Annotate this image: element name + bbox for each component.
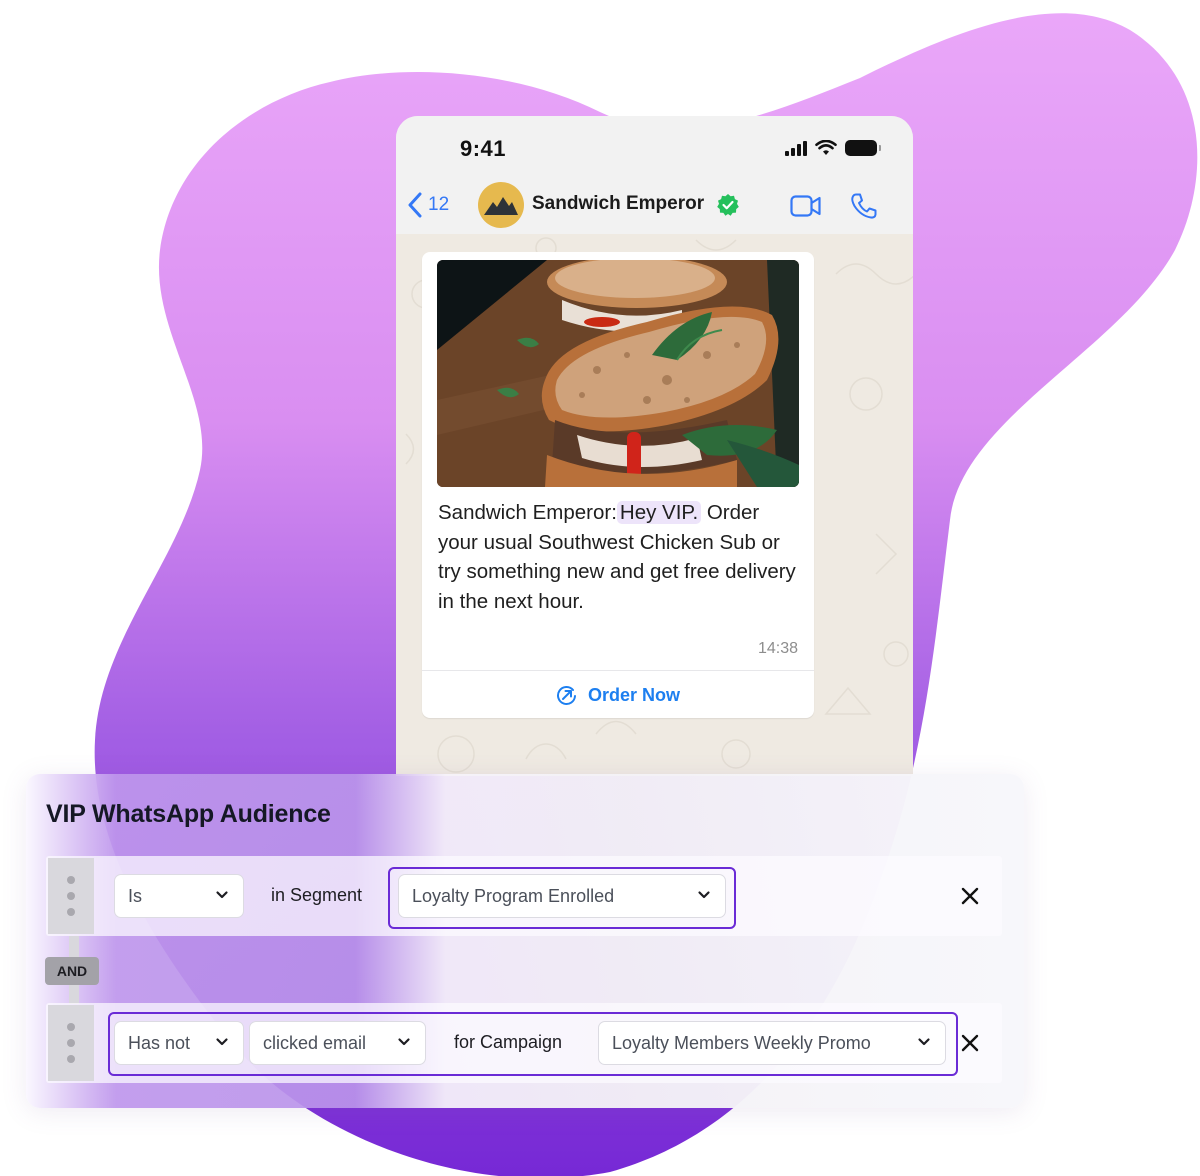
signal-icon [785, 140, 807, 156]
and-badge[interactable]: AND [45, 957, 99, 985]
remove-rule-icon[interactable] [959, 885, 981, 907]
chat-header: 12 Sandwich Emperor [396, 180, 913, 230]
avatar[interactable] [478, 182, 524, 228]
verified-badge-icon [717, 194, 739, 216]
divider [422, 670, 814, 671]
condition-select[interactable]: Has not [114, 1021, 244, 1065]
condition-value: Has not [128, 1032, 191, 1053]
chevron-down-icon [398, 1038, 410, 1046]
wifi-icon [815, 140, 837, 155]
rule-label: in Segment [271, 885, 363, 905]
audience-builder-card: VIP WhatsApp Audience Is in Segment Loya… [26, 774, 1024, 1108]
order-now-label: Order Now [587, 684, 680, 705]
drag-handle[interactable] [48, 858, 94, 934]
external-link-icon [557, 686, 576, 705]
order-now-button[interactable]: Order Now [422, 672, 814, 718]
phone-header: 9:41 12 Sandwich Emperor [396, 116, 913, 234]
rule-row: Is in Segment Loyalty Program Enrolled [46, 856, 1002, 936]
campaign-select[interactable]: Loyalty Members Weekly Promo [598, 1021, 946, 1065]
contact-name[interactable]: Sandwich Emperor [532, 193, 704, 215]
campaign-value: Loyalty Members Weekly Promo [612, 1032, 871, 1053]
action-value: clicked email [263, 1032, 367, 1053]
message-bubble: Sandwich Emperor: Hey VIP. Order your usu… [422, 252, 814, 718]
video-call-icon[interactable] [790, 194, 822, 218]
battery-icon [845, 140, 881, 156]
chevron-down-icon [216, 891, 228, 899]
voice-call-icon[interactable] [850, 192, 878, 220]
condition-select[interactable]: Is [114, 874, 244, 918]
message-time: 14:38 [757, 640, 798, 657]
chevron-down-icon [918, 1038, 930, 1046]
remove-rule-icon[interactable] [959, 1032, 981, 1054]
phone-mockup: 9:41 12 Sandwich Emperor Sandwich Empero… [396, 116, 913, 776]
message-sender: Sandwich Emperor: [438, 501, 617, 524]
rule-row: Has not clicked email for Campaign Loyal… [46, 1003, 1002, 1083]
rule-label: for Campaign [454, 1032, 563, 1052]
chevron-down-icon [216, 1038, 228, 1046]
segment-select[interactable]: Loyalty Program Enrolled [398, 874, 726, 918]
message-text: Sandwich Emperor: Hey VIP. Order your usu… [438, 498, 798, 616]
back-count: 12 [428, 194, 450, 215]
action-select[interactable]: clicked email [249, 1021, 426, 1065]
back-button[interactable]: 12 [408, 192, 449, 218]
drag-handle[interactable] [48, 1005, 94, 1081]
chevron-left-icon [408, 192, 422, 218]
mountain-logo-icon [484, 197, 518, 215]
condition-value: Is [128, 885, 143, 906]
status-time: 9:41 [460, 136, 507, 161]
personalization-highlight: Hey VIP. [616, 501, 702, 524]
segment-value: Loyalty Program Enrolled [412, 885, 615, 906]
status-icons [785, 140, 881, 156]
audience-title: VIP WhatsApp Audience [46, 800, 331, 828]
chevron-down-icon [698, 891, 710, 899]
sandwich-image[interactable] [437, 260, 799, 487]
